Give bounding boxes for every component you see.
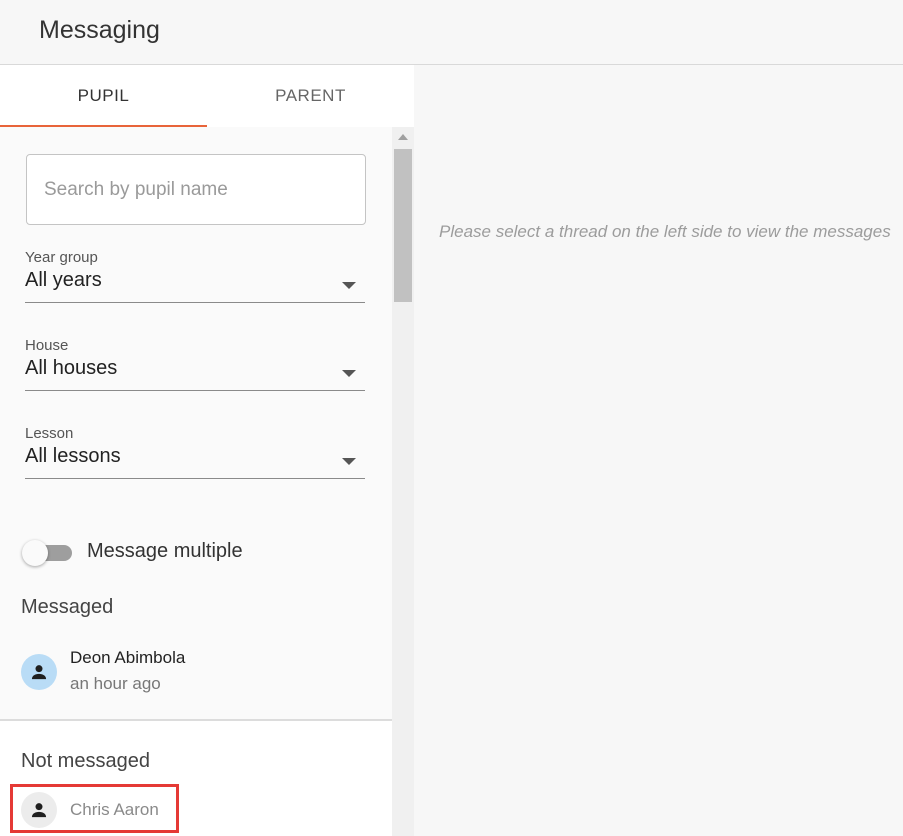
lesson-label: Lesson <box>25 425 74 442</box>
select-underline <box>25 390 365 391</box>
thread-list-panel: PUPIL PARENT Year group All years House … <box>0 65 414 836</box>
lesson-select[interactable]: Lesson All lessons <box>25 425 365 485</box>
not-messaged-section-title: Not messaged <box>21 750 150 772</box>
house-label: House <box>25 337 69 354</box>
recipient-tabs: PUPIL PARENT <box>0 65 414 127</box>
house-select[interactable]: House All houses <box>25 337 365 397</box>
dropdown-arrow-icon <box>342 282 356 289</box>
scrollbar-thumb[interactable] <box>394 149 412 302</box>
year-group-label: Year group <box>25 249 98 266</box>
section-divider <box>0 719 392 721</box>
select-underline <box>25 478 365 479</box>
thread-item-deon-abimbola[interactable]: Deon Abimbola an hour ago <box>21 648 381 700</box>
thread-time: an hour ago <box>70 674 161 693</box>
empty-state-hint: Please select a thread on the left side … <box>439 222 891 241</box>
dropdown-arrow-icon <box>342 458 356 465</box>
message-multiple-row: Message multiple <box>22 537 362 569</box>
message-multiple-label: Message multiple <box>87 540 243 562</box>
message-view-panel: Please select a thread on the left side … <box>414 65 903 836</box>
avatar <box>21 654 57 690</box>
page-title: Messaging <box>39 16 160 44</box>
scroll-up-arrow-icon[interactable] <box>398 134 408 140</box>
thread-name: Deon Abimbola <box>70 648 186 667</box>
toggle-thumb[interactable] <box>22 540 48 566</box>
messaged-section-title: Messaged <box>21 596 114 618</box>
house-value: All houses <box>25 357 118 379</box>
highlight-box <box>10 784 179 833</box>
scrollbar[interactable] <box>392 127 414 836</box>
search-box <box>26 154 366 225</box>
app-header: Messaging <box>0 0 903 65</box>
year-group-select[interactable]: Year group All years <box>25 249 365 309</box>
tab-pupil[interactable]: PUPIL <box>0 65 207 127</box>
tab-parent[interactable]: PARENT <box>207 65 414 127</box>
search-input[interactable] <box>44 175 344 205</box>
person-icon <box>31 665 47 680</box>
lesson-value: All lessons <box>25 445 121 467</box>
select-underline <box>25 302 365 303</box>
year-group-value: All years <box>25 269 102 291</box>
dropdown-arrow-icon <box>342 370 356 377</box>
thread-list-scroll-area: Year group All years House All houses Le… <box>0 127 392 836</box>
